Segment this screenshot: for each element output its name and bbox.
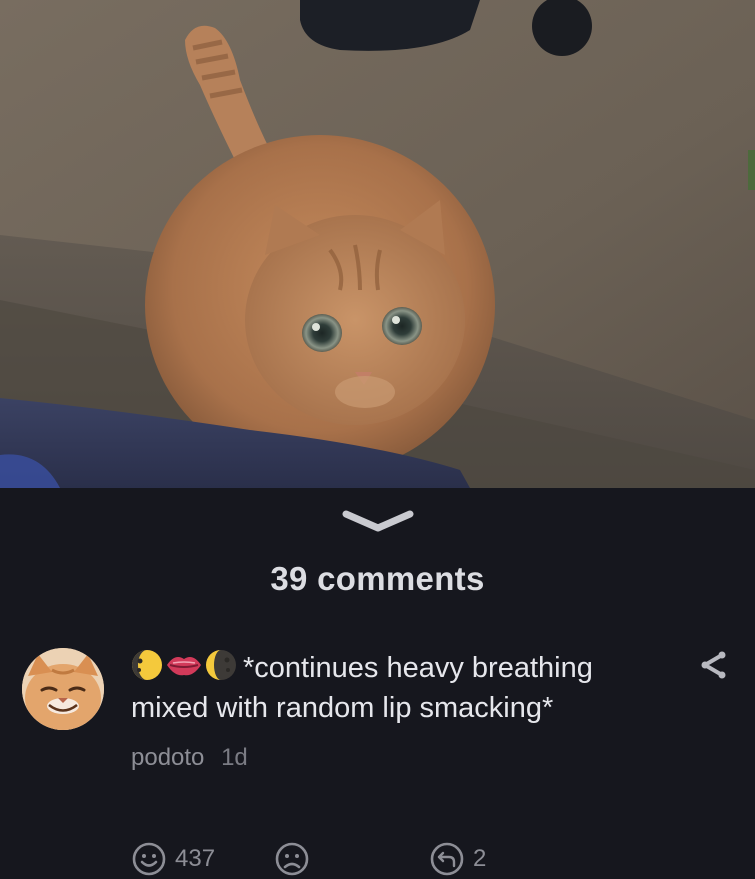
comment-age: 1d xyxy=(221,744,248,771)
comment-author[interactable]: podoto xyxy=(131,744,204,771)
lips-icon xyxy=(167,657,201,676)
emoji-sequence xyxy=(131,649,239,681)
like-button[interactable]: 437 xyxy=(131,841,215,877)
sad-face-icon xyxy=(275,842,309,876)
reply-button[interactable]: 2 xyxy=(429,841,486,877)
comment-meta: podoto 1d xyxy=(131,744,671,772)
share-icon[interactable] xyxy=(696,648,730,682)
like-count: 437 xyxy=(175,845,216,872)
smiling-cat-avatar-icon xyxy=(22,648,104,730)
comments-count-heading: 39 comments xyxy=(270,560,485,597)
smiley-face-icon xyxy=(132,842,166,876)
post-photo[interactable] xyxy=(0,0,755,488)
comments-sheet: 39 comments *continues heavy breathing m… xyxy=(0,488,755,879)
dislike-button[interactable] xyxy=(274,841,318,877)
reply-icon xyxy=(430,842,464,876)
comment-actions: 437 2 xyxy=(131,841,531,879)
cat-photo-image xyxy=(0,0,755,488)
waxing-moon-icon xyxy=(206,650,236,680)
comment-text-block: *continues heavy breathing mixed with ra… xyxy=(131,648,671,728)
waning-moon-icon xyxy=(132,650,162,680)
reply-count: 2 xyxy=(473,845,487,872)
commenter-avatar[interactable] xyxy=(22,648,104,730)
comment-body: *continues heavy breathing mixed with ra… xyxy=(131,648,671,772)
collapse-chevron-icon[interactable] xyxy=(340,508,416,536)
